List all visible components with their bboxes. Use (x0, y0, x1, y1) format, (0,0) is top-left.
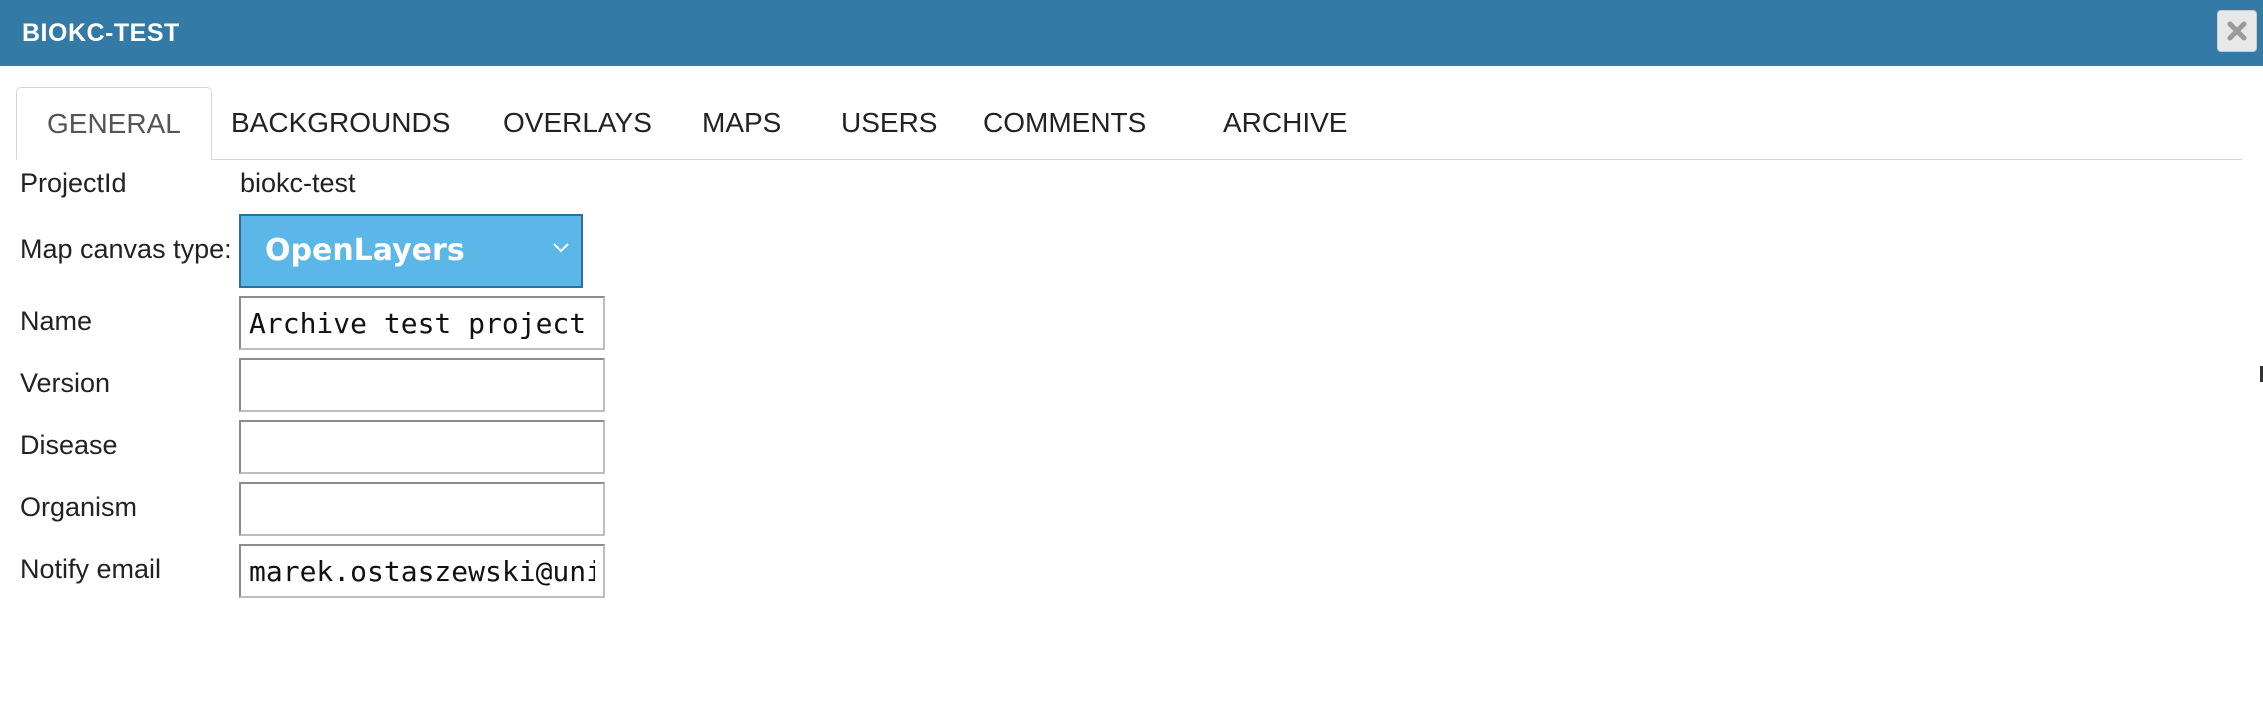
project-id-label: ProjectId (20, 168, 127, 198)
notify-email-input[interactable] (239, 544, 605, 598)
chevron-down-icon (553, 243, 569, 253)
tab-archive[interactable]: ARCHIVE (1193, 87, 1377, 159)
version-input[interactable] (239, 358, 605, 412)
notify-email-label: Notify email (20, 554, 162, 584)
close-icon (2227, 21, 2247, 41)
map-canvas-type-label: Map canvas type: (20, 234, 232, 264)
name-label: Name (20, 306, 93, 336)
disease-label: Disease (20, 430, 118, 460)
tab-users[interactable]: USERS (811, 87, 967, 159)
map-canvas-type-selected: OpenLayers (265, 233, 465, 268)
tab-backgrounds[interactable]: BACKGROUNDS (201, 87, 480, 159)
project-id-value: biokc-test (240, 168, 356, 198)
dialog-title: BIOKC-TEST (22, 19, 180, 47)
tab-comments[interactable]: COMMENTS (953, 87, 1176, 159)
tab-general[interactable]: GENERAL (16, 87, 212, 160)
version-label: Version (20, 368, 111, 398)
disease-input[interactable] (239, 420, 605, 474)
tab-overlays[interactable]: OVERLAYS (473, 87, 682, 159)
tab-bar: GENERAL BACKGROUNDS OVERLAYS MAPS USERS … (16, 87, 2242, 160)
name-input[interactable] (239, 296, 605, 350)
tab-maps[interactable]: MAPS (672, 87, 811, 159)
dialog-titlebar: BIOKC-TEST (0, 0, 2263, 66)
organism-input[interactable] (239, 482, 605, 536)
map-canvas-type-select[interactable]: OpenLayers (239, 214, 583, 288)
organism-label: Organism (20, 492, 138, 522)
close-button[interactable] (2217, 10, 2257, 52)
